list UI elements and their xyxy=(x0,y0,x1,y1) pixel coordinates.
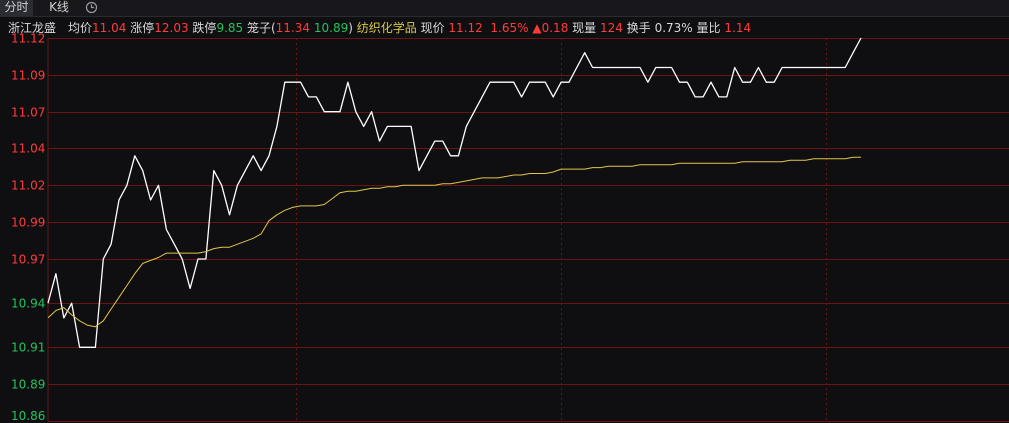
price-value: 11.12 xyxy=(448,21,483,35)
grid xyxy=(47,38,1009,422)
limit-up-value: 12.03 xyxy=(154,21,189,35)
cage-label: 笼子( xyxy=(246,21,276,35)
volume-ratio-value: 1.14 xyxy=(724,21,752,35)
clock-icon xyxy=(85,1,97,14)
avg-price-label: 均价 xyxy=(68,21,93,35)
turnover-label: 换手 xyxy=(626,21,651,35)
change-value: ▲0.18 xyxy=(532,21,569,35)
change-percent: 1.65% xyxy=(490,21,529,35)
sector-name[interactable]: 纺织化学品 xyxy=(357,21,417,35)
cage-low: 10.89 xyxy=(313,21,349,35)
y-tick-label: 11.04 xyxy=(11,142,45,156)
y-axis-ticks: 11.1211.0911.0711.0411.0210.9910.9710.94… xyxy=(11,32,45,423)
y-tick-label: 11.02 xyxy=(11,179,45,193)
turnover-value: 0.73% xyxy=(654,21,693,35)
limit-up-label: 涨停 xyxy=(130,21,155,35)
volume-value: 124 xyxy=(600,21,623,35)
history-button[interactable] xyxy=(80,0,102,16)
volume-label: 现量 xyxy=(572,21,597,35)
y-tick-label: 10.89 xyxy=(11,378,45,392)
chart-tab-bar: 分时 K线 xyxy=(0,0,1009,17)
price-label: 现价 xyxy=(420,21,445,35)
y-tick-label: 11.07 xyxy=(11,106,45,120)
series-lines xyxy=(47,37,862,348)
price-line xyxy=(47,37,862,348)
y-tick-label: 10.94 xyxy=(11,297,45,311)
cage-close: ) xyxy=(348,21,353,35)
limit-down-label: 跌停 xyxy=(192,21,217,35)
limit-down-value: 9.85 xyxy=(216,21,244,35)
y-tick-label: 11.09 xyxy=(11,69,45,83)
y-tick-label: 10.97 xyxy=(11,253,45,267)
quote-info-bar: 浙江龙盛 均价11.04 涨停12.03 跌停9.85 笼子(11.34 10.8… xyxy=(0,18,751,38)
volume-ratio-label: 量比 xyxy=(696,21,721,35)
intraday-chart[interactable]: 11.12 11.09 11.07 11.04 11.02 10.99 10.97 10.94… xyxy=(0,0,1009,423)
stock-name: 浙江龙盛 xyxy=(8,21,57,35)
avg-price-value: 11.04 xyxy=(92,21,127,35)
tab-time-share[interactable]: 分时 xyxy=(0,0,33,16)
y-tick-label: 10.86 xyxy=(11,409,45,423)
average-price-line xyxy=(47,156,861,328)
tab-kline[interactable]: K线 xyxy=(40,0,78,16)
y-tick-label: 10.91 xyxy=(11,341,45,355)
y-tick-label: 10.99 xyxy=(11,216,45,230)
cage-high: 11.34 xyxy=(275,21,311,35)
